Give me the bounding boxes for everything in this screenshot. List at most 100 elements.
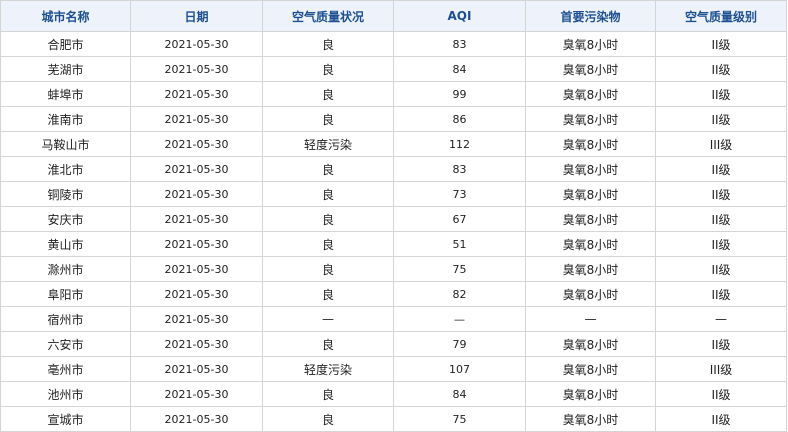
- table-row: 铜陵市 2021-05-30 良 73 臭氧8小时 II级: [0, 181, 787, 207]
- table-row: 黄山市 2021-05-30 良 51 臭氧8小时 II级: [0, 231, 787, 257]
- table-row: 阜阳市 2021-05-30 良 82 臭氧8小时 II级: [0, 281, 787, 307]
- cell-date: 2021-05-30: [130, 81, 263, 107]
- cell-date: 2021-05-30: [130, 131, 263, 157]
- cell-date: 2021-05-30: [130, 56, 263, 82]
- cell-aqi: 75: [393, 256, 526, 282]
- cell-aqi: 51: [393, 231, 526, 257]
- header-city: 城市名称: [0, 0, 131, 32]
- cell-date: 2021-05-30: [130, 231, 263, 257]
- cell-aqi: 84: [393, 56, 526, 82]
- cell-date: 2021-05-30: [130, 306, 263, 332]
- table-row: 宣城市 2021-05-30 良 75 臭氧8小时 II级: [0, 406, 787, 432]
- header-level: 空气质量级别: [655, 0, 787, 32]
- cell-city: 亳州市: [0, 356, 131, 382]
- cell-date: 2021-05-30: [130, 381, 263, 407]
- cell-pollutant: 臭氧8小时: [525, 131, 656, 157]
- cell-date: 2021-05-30: [130, 206, 263, 232]
- cell-status: 良: [262, 156, 394, 182]
- cell-pollutant: 臭氧8小时: [525, 281, 656, 307]
- cell-status: 良: [262, 81, 394, 107]
- cell-pollutant: 臭氧8小时: [525, 406, 656, 432]
- header-row: 城市名称 日期 空气质量状况 AQI 首要污染物 空气质量级别: [0, 0, 787, 32]
- table-row: 宿州市 2021-05-30— — — —: [0, 306, 787, 332]
- header-status: 空气质量状况: [262, 0, 394, 32]
- cell-date: 2021-05-30: [130, 181, 263, 207]
- table-row: 淮北市 2021-05-30 良 83 臭氧8小时 II级: [0, 156, 787, 182]
- table-header: 城市名称 日期 空气质量状况 AQI 首要污染物 空气质量级别: [0, 0, 787, 32]
- cell-aqi: 112: [393, 131, 526, 157]
- cell-date: 2021-05-30: [130, 256, 263, 282]
- table-row: 池州市 2021-05-30 良 84 臭氧8小时 II级: [0, 381, 787, 407]
- cell-aqi: 75: [393, 406, 526, 432]
- cell-status: —: [262, 306, 394, 332]
- cell-aqi: 107: [393, 356, 526, 382]
- cell-status: 良: [262, 31, 394, 57]
- cell-city: 池州市: [0, 381, 131, 407]
- cell-status: 轻度污染: [262, 131, 394, 157]
- header-aqi: AQI: [393, 0, 526, 32]
- cell-date: 2021-05-30: [130, 156, 263, 182]
- cell-level: II级: [655, 81, 787, 107]
- cell-status: 良: [262, 281, 394, 307]
- cell-level: II级: [655, 56, 787, 82]
- cell-date: 2021-05-30: [130, 356, 263, 382]
- cell-aqi: 82: [393, 281, 526, 307]
- cell-aqi: 83: [393, 156, 526, 182]
- table-row: 滁州市 2021-05-30 良 75 臭氧8小时 II级: [0, 256, 787, 282]
- table-body: 合肥市 2021-05-30 良 83 臭氧8小时 II级 芜湖市 2021-05-30 良 84…: [0, 31, 787, 432]
- cell-pollutant: 臭氧8小时: [525, 256, 656, 282]
- cell-level: II级: [655, 106, 787, 132]
- cell-city: 六安市: [0, 331, 131, 357]
- cell-aqi: 86: [393, 106, 526, 132]
- cell-status: 良: [262, 256, 394, 282]
- cell-aqi: 99: [393, 81, 526, 107]
- cell-pollutant: 臭氧8小时: [525, 106, 656, 132]
- cell-aqi: 83: [393, 31, 526, 57]
- cell-city: 宿州市: [0, 306, 131, 332]
- cell-pollutant: 臭氧8小时: [525, 331, 656, 357]
- header-pollutant: 首要污染物: [525, 0, 656, 32]
- cell-pollutant: 臭氧8小时: [525, 181, 656, 207]
- cell-city: 芜湖市: [0, 56, 131, 82]
- cell-city: 黄山市: [0, 231, 131, 257]
- table-row: 马鞍山市 2021-05-30 轻度污染 112 臭氧8小时 III级: [0, 131, 787, 157]
- cell-city: 淮南市: [0, 106, 131, 132]
- cell-pollutant: 臭氧8小时: [525, 206, 656, 232]
- cell-date: 2021-05-30: [130, 406, 263, 432]
- cell-city: 宣城市: [0, 406, 131, 432]
- cell-level: III级: [655, 356, 787, 382]
- table-row: 安庆市 2021-05-30 良 67 臭氧8小时 II级: [0, 206, 787, 232]
- cell-status: 良: [262, 106, 394, 132]
- cell-aqi: —: [393, 306, 526, 332]
- cell-pollutant: 臭氧8小时: [525, 31, 656, 57]
- cell-status: 良: [262, 181, 394, 207]
- table-row: 蚌埠市 2021-05-30 良 99 臭氧8小时 II级: [0, 81, 787, 107]
- cell-status: 良: [262, 231, 394, 257]
- cell-date: 2021-05-30: [130, 31, 263, 57]
- cell-level: —: [655, 306, 787, 332]
- table-row: 合肥市 2021-05-30 良 83 臭氧8小时 II级: [0, 31, 787, 57]
- cell-date: 2021-05-30: [130, 331, 263, 357]
- cell-level: II级: [655, 331, 787, 357]
- cell-pollutant: 臭氧8小时: [525, 356, 656, 382]
- cell-level: II级: [655, 231, 787, 257]
- cell-city: 阜阳市: [0, 281, 131, 307]
- table-row: 亳州市 2021-05-30 轻度污染 107 臭氧8小时 III级: [0, 356, 787, 382]
- cell-pollutant: 臭氧8小时: [525, 81, 656, 107]
- header-date: 日期: [130, 0, 263, 32]
- cell-city: 合肥市: [0, 31, 131, 57]
- cell-date: 2021-05-30: [130, 281, 263, 307]
- cell-level: II级: [655, 206, 787, 232]
- cell-city: 安庆市: [0, 206, 131, 232]
- cell-pollutant: 臭氧8小时: [525, 56, 656, 82]
- cell-aqi: 79: [393, 331, 526, 357]
- cell-pollutant: 臭氧8小时: [525, 231, 656, 257]
- cell-level: II级: [655, 406, 787, 432]
- air-quality-table: 城市名称 日期 空气质量状况 AQI 首要污染物 空气质量级别 合肥市 2021-…: [0, 0, 787, 432]
- cell-level: II级: [655, 256, 787, 282]
- cell-aqi: 84: [393, 381, 526, 407]
- cell-level: II级: [655, 281, 787, 307]
- cell-date: 2021-05-30: [130, 106, 263, 132]
- cell-pollutant: 臭氧8小时: [525, 156, 656, 182]
- cell-status: 良: [262, 381, 394, 407]
